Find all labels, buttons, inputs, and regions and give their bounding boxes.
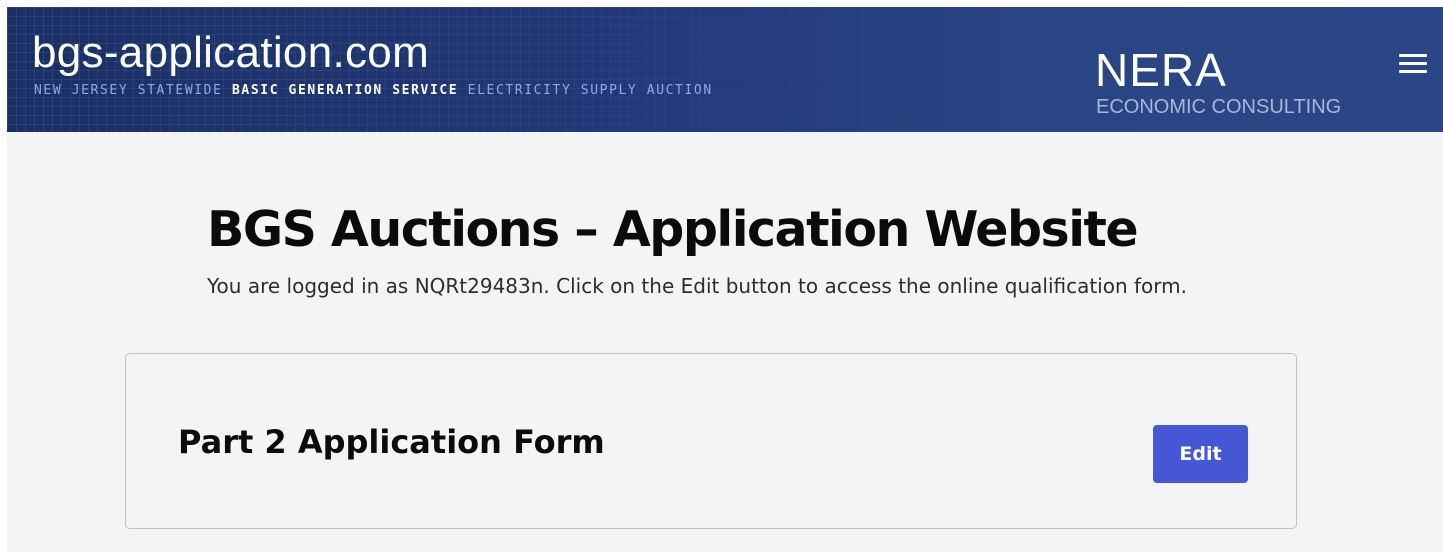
nera-logo-subtitle: ECONOMIC CONSULTING <box>1096 96 1342 118</box>
menu-bar <box>1399 62 1427 65</box>
menu-bar <box>1399 70 1427 73</box>
nera-logo-title: NERA <box>1095 44 1227 96</box>
menu-bar <box>1399 54 1427 57</box>
card-title: Part 2 Application Form <box>178 423 605 461</box>
site-header: bgs-application.com NEW JERSEY STATEWIDE… <box>7 7 1443 132</box>
hamburger-menu-icon[interactable] <box>1397 52 1429 76</box>
edit-button[interactable]: Edit <box>1153 425 1248 483</box>
site-tagline: NEW JERSEY STATEWIDE BASIC GENERATION SE… <box>34 84 713 97</box>
page: bgs-application.com NEW JERSEY STATEWIDE… <box>7 7 1443 552</box>
tagline-suffix: ELECTRICITY SUPPLY AUCTION <box>467 83 713 98</box>
login-info-text: You are logged in as NQRt29483n. Click o… <box>207 274 1187 298</box>
tagline-prefix: NEW JERSEY STATEWIDE <box>34 83 223 98</box>
tagline-emphasis: BASIC GENERATION SERVICE <box>231 83 459 98</box>
page-title: BGS Auctions – Application Website <box>207 201 1139 258</box>
window-frame: bgs-application.com NEW JERSEY STATEWIDE… <box>0 0 1443 552</box>
site-title[interactable]: bgs-application.com <box>32 31 429 75</box>
application-form-card: Part 2 Application Form Edit <box>125 353 1297 529</box>
